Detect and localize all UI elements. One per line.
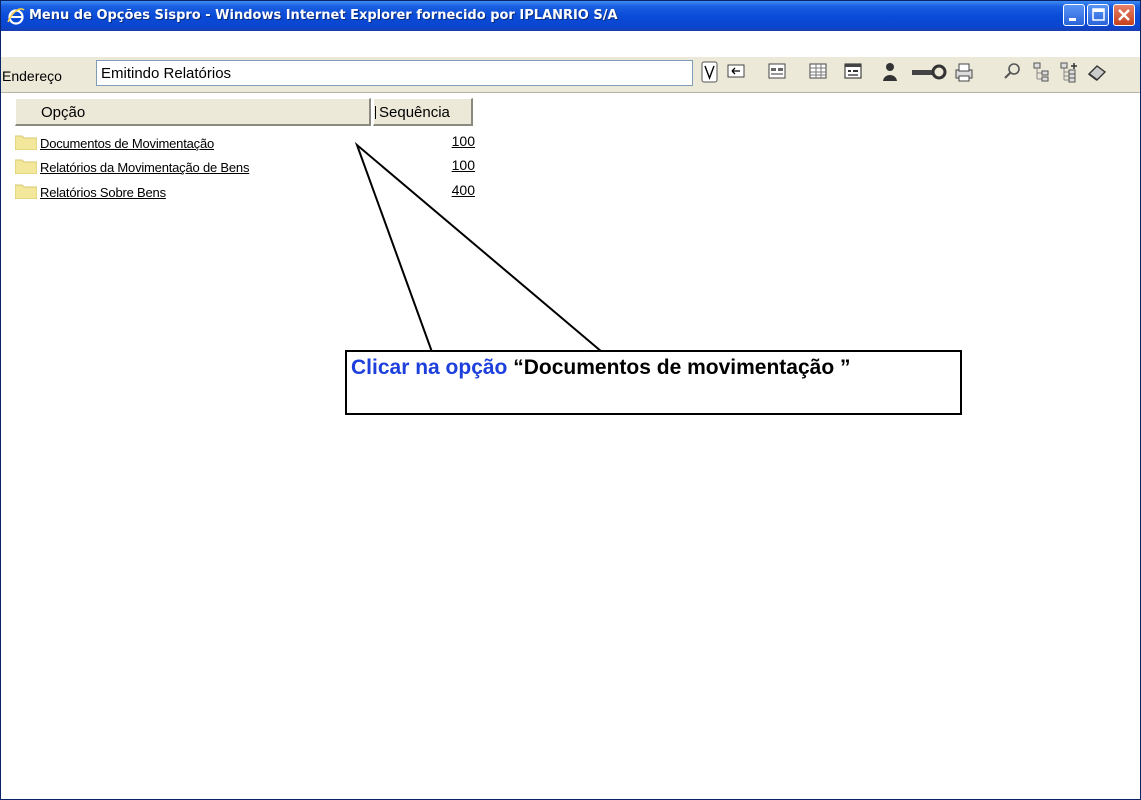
toolbar-button-eraser[interactable] [1086, 61, 1108, 85]
validate-icon [701, 61, 718, 83]
validate-button[interactable] [699, 61, 721, 85]
tree-collapse-icon [1033, 62, 1049, 82]
column-header-label: Sequência [379, 104, 450, 121]
callout-option: “Documentos de movimentação ” [513, 356, 851, 379]
back-folder-icon [727, 64, 745, 78]
option-link[interactable]: Documentos de Movimentação [40, 136, 214, 151]
toolbar-button-grid[interactable] [842, 61, 864, 85]
column-divider [375, 106, 376, 119]
column-header-label: Opção [41, 104, 86, 121]
folder-icon [15, 135, 37, 150]
form-view-icon [768, 63, 786, 79]
sequence-link[interactable]: 100 [452, 157, 475, 173]
minimize-icon [1069, 18, 1076, 21]
toolbar-button-collapse[interactable] [1031, 61, 1053, 85]
tree-expand-icon [1060, 62, 1077, 83]
close-button[interactable] [1113, 4, 1135, 26]
address-input[interactable] [96, 60, 693, 86]
column-header-sequencia[interactable]: Sequência [373, 98, 473, 126]
option-link[interactable]: Relatórios Sobre Bens [40, 185, 166, 200]
user-icon [883, 63, 897, 81]
toolbar-button-expand[interactable] [1059, 61, 1081, 85]
close-icon [1118, 9, 1130, 21]
toolbar-button-print[interactable] [953, 61, 975, 85]
eraser-icon [1087, 65, 1107, 81]
toolbar-button-key[interactable] [907, 61, 953, 85]
table-view-icon [809, 63, 827, 79]
toolbar-button-search[interactable] [1001, 61, 1023, 85]
toolbar-button-form[interactable] [766, 61, 788, 85]
table-row[interactable]: Documentos de Movimentação 100 [15, 133, 475, 155]
maximize-button[interactable] [1087, 4, 1109, 26]
callout-prefix: Clicar na opção [351, 356, 508, 379]
address-label: Endereço [2, 68, 62, 84]
toolbar-button-user[interactable] [879, 61, 901, 85]
callout-text: Clicar na opção “Documentos de movimenta… [351, 356, 850, 380]
column-header-opcao[interactable]: Opção [15, 98, 371, 126]
option-link[interactable]: Relatórios da Movimentação de Bens [40, 160, 249, 175]
sequence-link[interactable]: 400 [452, 182, 475, 198]
toolbar-button-back[interactable] [725, 61, 747, 85]
maximize-icon [1092, 8, 1105, 21]
ie-logo-icon [7, 8, 25, 25]
search-icon [1004, 63, 1020, 79]
grid-view-icon [844, 63, 862, 79]
minimize-button[interactable] [1063, 4, 1085, 26]
title-bar[interactable]: Menu de Opções Sispro - Windows Internet… [1, 1, 1140, 31]
key-icon [912, 64, 947, 80]
table-row[interactable]: Relatórios Sobre Bens 400 [15, 182, 475, 204]
sequence-link[interactable]: 100 [452, 133, 475, 149]
window-title: Menu de Opções Sispro - Windows Internet… [29, 8, 618, 23]
folder-icon [15, 184, 37, 199]
folder-icon [15, 159, 37, 174]
table-row[interactable]: Relatórios da Movimentação de Bens 100 [15, 157, 475, 179]
print-icon [955, 63, 973, 82]
toolbar-button-table[interactable] [807, 61, 829, 85]
